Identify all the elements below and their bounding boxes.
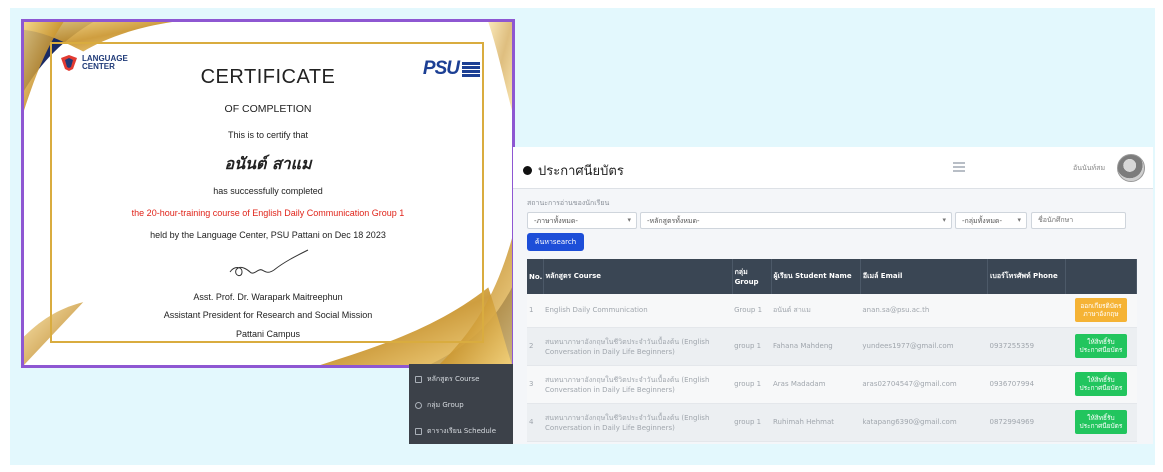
- page-title: ประกาศนียบัตร: [523, 160, 624, 181]
- grant-certificate-button[interactable]: ให้สิทธิ์รับประกาศนียบัตร: [1074, 372, 1127, 396]
- cell-student: Ruhimah Hehmat: [771, 403, 861, 442]
- calendar-icon: [415, 428, 422, 435]
- table-row: 2 สนทนาภาษาอังกฤษในชีวิตประจำวันเบื้องต้…: [527, 327, 1137, 366]
- filter-label: สถานะการอ่านของนักเรียน: [527, 199, 610, 207]
- sidebar-item-label: ตารางเรียน Schedule: [427, 427, 497, 435]
- sidebar-item-group[interactable]: กลุ่ม Group: [415, 400, 464, 411]
- table-row: 4 สนทนาภาษาอังกฤษในชีวิตประจำวันเบื้องต้…: [527, 403, 1137, 442]
- cell-no: 4: [527, 403, 544, 442]
- user-name[interactable]: อันนันท์สม: [1073, 163, 1105, 174]
- cell-email: yundees1977@gmail.com: [860, 327, 988, 366]
- cell-no: 2: [527, 327, 544, 366]
- cell-action: ออกเกียรติบัตรภาษาอังกฤษ: [1065, 294, 1137, 328]
- header-course: หลักสูตร Course: [543, 259, 733, 294]
- header-student: ผู้เรียน Student Name: [771, 259, 861, 294]
- cell-action: ให้สิทธิ์รับประกาศนียบัตร: [1065, 365, 1137, 404]
- certificate-title: CERTIFICATE: [200, 66, 336, 88]
- signer-name: Asst. Prof. Dr. Warapark Maitreephun: [193, 292, 343, 302]
- list-icon: [415, 376, 422, 383]
- cell-email: aras02704547@gmail.com: [860, 365, 988, 404]
- certify-line: This is to certify that: [227, 130, 309, 140]
- group-icon: [415, 402, 422, 409]
- group-select-value: -กลุ่มทั้งหมด-: [962, 217, 1003, 225]
- cell-course: English Daily Communication: [543, 294, 733, 328]
- cell-email: katapang6390@gmail.com: [860, 403, 988, 442]
- cell-group: group 1: [732, 365, 771, 404]
- menu-icon[interactable]: [953, 162, 965, 172]
- course-line: the 20-hour-training course of English D…: [131, 208, 405, 218]
- table-row: 1 English Daily Communication Group 1 อน…: [527, 294, 1137, 328]
- chevron-down-icon: ▾: [1017, 216, 1021, 224]
- held-line: held by the Language Center, PSU Pattani…: [150, 230, 386, 240]
- sidebar-item-label: หลักสูตร Course: [427, 375, 480, 383]
- cell-phone: 0936707994: [987, 365, 1066, 404]
- search-button[interactable]: ค้นหาsearch: [527, 233, 584, 251]
- chevron-down-icon: ▾: [627, 216, 631, 224]
- page-title-text: ประกาศนียบัตร: [538, 164, 624, 179]
- avatar[interactable]: [1117, 154, 1145, 182]
- cell-course: สนทนาภาษาอังกฤษในชีวิตประจำวันเบื้องต้น …: [543, 365, 733, 404]
- certificate-admin-panel: ประกาศนียบัตร อันนันท์สม สถานะการอ่านของ…: [513, 147, 1153, 444]
- cell-phone: 0872994969: [987, 403, 1066, 442]
- course-select[interactable]: -หลักสูตรทั้งหมด- ▾: [640, 212, 952, 229]
- language-select-value: -ภาษาทั้งหมด-: [534, 217, 578, 225]
- cell-email: anan.sa@psu.ac.th: [860, 294, 988, 328]
- cell-student: Fahana Mahdeng: [771, 327, 861, 366]
- cell-course: สนทนาภาษาอังกฤษในชีวิตประจำวันเบื้องต้น …: [543, 403, 733, 442]
- completed-line: has successfully completed: [213, 186, 323, 196]
- header-no: No.: [527, 259, 544, 294]
- cell-no: 1: [527, 294, 544, 328]
- recipient-name: อนันต์ สาแม: [224, 154, 312, 173]
- cell-group: group 1: [732, 327, 771, 366]
- cell-group: group 1: [732, 403, 771, 442]
- student-table: No. หลักสูตร Course กลุ่ม Group ผู้เรียน…: [527, 259, 1138, 442]
- grant-certificate-button[interactable]: ให้สิทธิ์รับประกาศนียบัตร: [1074, 334, 1127, 358]
- cell-action: ให้สิทธิ์รับประกาศนียบัตร: [1065, 327, 1137, 366]
- chevron-down-icon: ▾: [942, 216, 946, 224]
- course-select-value: -หลักสูตรทั้งหมด-: [647, 217, 700, 225]
- table-header-row: No. หลักสูตร Course กลุ่ม Group ผู้เรียน…: [527, 259, 1138, 294]
- cell-course: สนทนาภาษาอังกฤษในชีวิตประจำวันเบื้องต้น …: [543, 327, 733, 366]
- table-row: 3 สนทนาภาษาอังกฤษในชีวิตประจำวันเบื้องต้…: [527, 365, 1137, 404]
- sidebar-item-course[interactable]: หลักสูตร Course: [415, 374, 479, 385]
- cell-student: อนันต์ สาแม: [771, 294, 861, 328]
- header-phone: เบอร์โทรศัพท์ Phone: [987, 259, 1066, 294]
- cell-student: Aras Madadam: [771, 365, 861, 404]
- certificate-preview: LANGUAGE CENTER PSU CERTIFICATE OF COMPL…: [21, 19, 515, 368]
- campus-name: Pattani Campus: [235, 329, 301, 339]
- signature: [229, 249, 309, 277]
- grant-certificate-button[interactable]: ให้สิทธิ์รับประกาศนียบัตร: [1074, 410, 1127, 434]
- signer-title: Assistant President for Research and Soc…: [163, 310, 373, 320]
- issue-certificate-button[interactable]: ออกเกียรติบัตรภาษาอังกฤษ: [1074, 298, 1127, 323]
- cell-phone: [987, 294, 1066, 328]
- cell-action: ให้สิทธิ์รับประกาศนียบัตร: [1065, 403, 1137, 442]
- top-bar: ประกาศนียบัตร อันนันท์สม: [513, 147, 1153, 189]
- group-select[interactable]: -กลุ่มทั้งหมด- ▾: [955, 212, 1027, 229]
- header-action: [1065, 259, 1138, 294]
- sidebar: หลักสูตร Course กลุ่ม Group ตารางเรียน S…: [409, 364, 513, 444]
- language-select[interactable]: -ภาษาทั้งหมด- ▾: [527, 212, 637, 229]
- cell-no: 3: [527, 365, 544, 404]
- student-search-input[interactable]: [1031, 212, 1126, 229]
- header-email: อีเมล์ Email: [860, 259, 989, 294]
- bullet-icon: [523, 166, 532, 175]
- header-group: กลุ่ม Group: [732, 259, 772, 294]
- sidebar-item-schedule[interactable]: ตารางเรียน Schedule: [415, 426, 496, 437]
- cell-group: Group 1: [732, 294, 771, 328]
- cell-phone: 0937255359: [987, 327, 1066, 366]
- certificate-subtitle: OF COMPLETION: [224, 103, 312, 115]
- sidebar-item-label: กลุ่ม Group: [427, 401, 464, 409]
